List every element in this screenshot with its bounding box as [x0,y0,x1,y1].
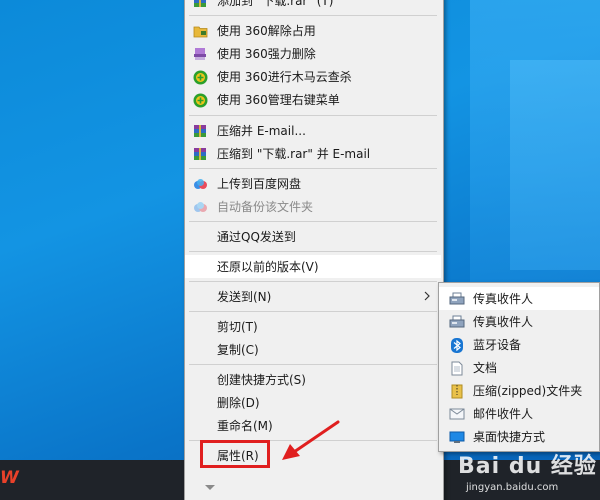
menu-separator [189,221,437,222]
submenu-item-zip-folder[interactable]: 压缩(zipped)文件夹 [439,379,599,402]
fax-icon [449,314,465,330]
send-to-submenu: 传真收件人 传真收件人 蓝牙设备 文档 压缩(zipped)文件夹 邮件收件人 [438,282,600,452]
menu-item-label: 使用 360管理右键菜单 [217,93,340,107]
menu-item-send-via-qq[interactable]: 通过QQ发送到 [185,225,441,248]
zip-folder-icon [449,383,465,399]
desktop-icon [449,429,465,445]
submenu-item-fax-recipient-2[interactable]: 传真收件人 [439,310,599,333]
annotation-highlight-box [200,440,270,468]
submenu-item-mail-recipient[interactable]: 邮件收件人 [439,402,599,425]
menu-separator [189,364,437,365]
mail-icon [449,406,465,422]
taskbar-app-icon[interactable]: W [0,468,19,488]
menu-item-label: 发送到(N) [217,290,272,304]
menu-item-360-force-delete[interactable]: 使用 360强力删除 [185,42,441,65]
winrar-icon [192,123,208,139]
watermark-brand: Bai du 经验 [458,454,597,479]
menu-item-label: 使用 360解除占用 [217,24,316,38]
chevron-right-icon [424,291,430,301]
submenu-item-label: 传真收件人 [473,315,534,329]
submenu-item-desktop-shortcut[interactable]: 桌面快捷方式 [439,425,599,448]
submenu-item-fax-recipient[interactable]: 传真收件人 [439,287,599,310]
menu-item-label: 压缩并 E-mail... [217,124,306,138]
menu-item-auto-backup[interactable]: 自动备份该文件夹 [185,195,441,218]
shield-360-icon [192,69,208,85]
menu-item-copy[interactable]: 复制(C) [185,338,441,361]
bluetooth-icon [449,337,465,353]
baidu-cloud-icon [192,176,208,192]
menu-separator [189,281,437,282]
menu-item-label: 上传到百度网盘 [217,177,302,191]
annotation-arrow-icon [282,420,340,460]
submenu-item-label: 邮件收件人 [473,407,534,421]
shredder-icon [192,46,208,62]
submenu-item-label: 文档 [473,361,498,375]
menu-separator [189,15,437,16]
submenu-item-label: 桌面快捷方式 [473,430,546,444]
baidu-jingyan-watermark: Bai du 经验 jingyan.baidu.com [458,448,598,498]
menu-item-restore-versions[interactable]: 还原以前的版本(V) [185,255,441,278]
baidu-cloud-icon [192,199,208,215]
menu-item-compress-email[interactable]: 压缩并 E-mail... [185,119,441,142]
menu-item-360-manage-menu[interactable]: 使用 360管理右键菜单 [185,88,441,111]
menu-item-label: 重命名(M) [217,419,273,433]
menu-item-360-unlock[interactable]: 使用 360解除占用 [185,19,441,42]
menu-item-create-shortcut[interactable]: 创建快捷方式(S) [185,368,441,391]
menu-item-add-to-archive[interactable]: 添加到 "下载.rar" (T) [185,0,441,12]
fax-icon [449,291,465,307]
menu-item-label: 还原以前的版本(V) [217,260,319,274]
menu-item-upload-baidu[interactable]: 上传到百度网盘 [185,172,441,195]
folder-lock-icon [192,23,208,39]
menu-item-label: 压缩到 "下载.rar" 并 E-mail [217,147,371,161]
submenu-item-label: 传真收件人 [473,292,534,306]
menu-item-send-to[interactable]: 发送到(N) [185,285,441,308]
menu-separator [189,251,437,252]
submenu-item-label: 压缩(zipped)文件夹 [473,384,583,398]
menu-item-compress-to-rar-email[interactable]: 压缩到 "下载.rar" 并 E-mail [185,142,441,165]
watermark-url: jingyan.baidu.com [466,482,559,493]
winrar-icon [192,146,208,162]
menu-item-label: 创建快捷方式(S) [217,373,306,387]
menu-item-label: 添加到 "下载.rar" (T) [217,0,334,8]
shield-360-icon [192,92,208,108]
submenu-item-documents[interactable]: 文档 [439,356,599,379]
scroll-down-icon[interactable] [205,485,215,490]
menu-item-label: 使用 360强力删除 [217,47,316,61]
desktop-light-beam-inner [510,60,600,270]
menu-item-360-trojan-scan[interactable]: 使用 360进行木马云查杀 [185,65,441,88]
menu-item-label: 自动备份该文件夹 [217,200,314,214]
submenu-item-label: 蓝牙设备 [473,338,522,352]
menu-item-label: 通过QQ发送到 [217,230,296,244]
menu-item-label: 删除(D) [217,396,260,410]
menu-item-label: 使用 360进行木马云查杀 [217,70,352,84]
menu-item-cut[interactable]: 剪切(T) [185,315,441,338]
winrar-icon [192,0,208,9]
menu-item-delete[interactable]: 删除(D) [185,391,441,414]
document-icon [449,360,465,376]
menu-separator [189,115,437,116]
menu-item-label: 剪切(T) [217,320,258,334]
menu-separator [189,168,437,169]
menu-item-label: 复制(C) [217,343,259,357]
submenu-item-bluetooth[interactable]: 蓝牙设备 [439,333,599,356]
menu-separator [189,311,437,312]
